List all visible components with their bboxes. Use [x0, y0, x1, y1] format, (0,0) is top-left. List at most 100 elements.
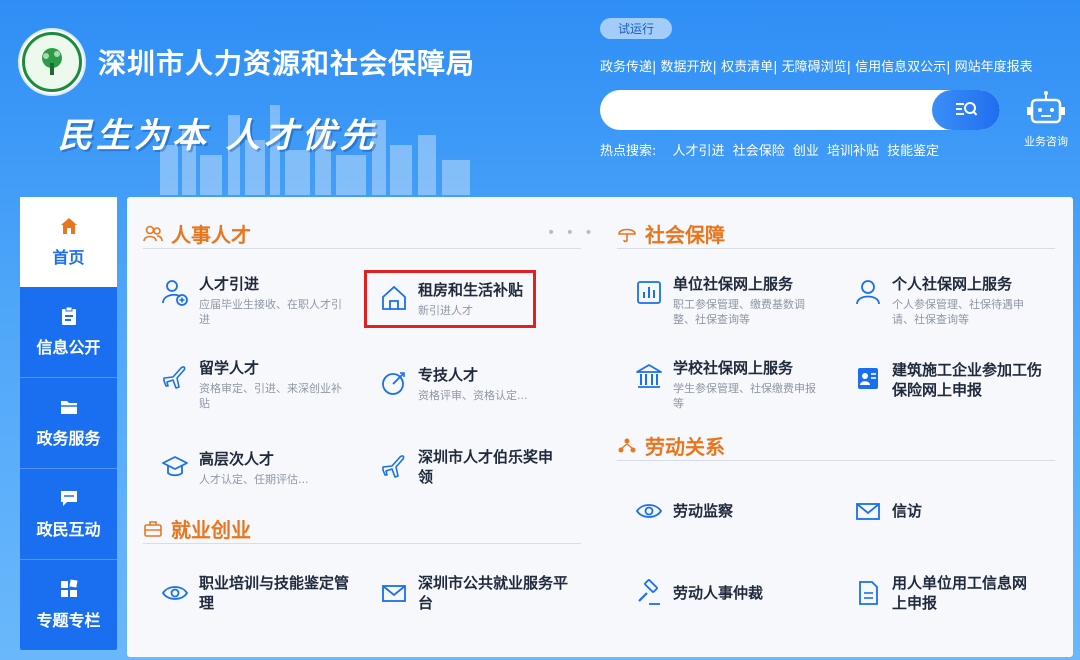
service-petition[interactable]: 信访 [854, 497, 1044, 525]
section-title-labor-relations: 劳动关系 [617, 431, 725, 460]
chat-icon [60, 491, 77, 506]
hot-keyword[interactable]: 人才引进 [673, 144, 725, 159]
robot-icon [1027, 91, 1065, 124]
section-title-talent: 人事人才 [143, 219, 251, 248]
service-overseas-talent[interactable]: 留学人才 资格审定、引进、来深创业补贴 [161, 358, 351, 411]
hot-keyword[interactable]: 社会保险 [733, 144, 785, 159]
sidebar-item-home[interactable]: 首页 [20, 197, 117, 287]
site-title: 深圳市人力资源和社会保障局 [98, 47, 476, 80]
person-add-icon [162, 280, 188, 306]
people-icon [143, 225, 163, 241]
top-link[interactable]: 网站年度报表 [955, 60, 1033, 75]
service-desc: 人才认定、任期评估... [199, 473, 309, 486]
hot-search-label: 热点搜索: [600, 144, 657, 159]
grid-icon [60, 579, 78, 597]
robot-label: 业务咨询 [1024, 135, 1068, 148]
search-box [600, 90, 1000, 130]
service-desc: 个人参保管理、社保待遇申请、社保查询等 [892, 298, 1024, 326]
service-high-level-talent[interactable]: 高层次人才 人才认定、任期评估... [161, 449, 351, 487]
school-icon [636, 364, 662, 388]
service-school-social-insurance[interactable]: 学校社保网上服务 学生参保管理、社保缴费申报等 [635, 358, 825, 411]
sidebar-item-info-disclosure[interactable]: 信息公开 [20, 287, 117, 378]
top-link[interactable]: 政务传递 [600, 60, 652, 75]
eye-icon [635, 504, 663, 518]
top-link[interactable]: 无障碍浏览 [782, 60, 847, 75]
sidebar-item-label: 专题专栏 [36, 611, 101, 630]
service-title: 深圳市公共就业服务平台 [418, 574, 569, 612]
search-input[interactable] [600, 90, 952, 130]
highlight-box [364, 270, 536, 328]
service-title: 学校社保网上服务 [673, 359, 794, 377]
service-employment-info-report[interactable]: 用人单位用工信息网上申报 [854, 573, 1054, 613]
airplane-icon [163, 366, 186, 389]
service-labor-inspection[interactable]: 劳动监察 [635, 497, 825, 525]
building-chart-icon [637, 281, 661, 304]
service-title: 信访 [892, 502, 923, 520]
service-title: 留学人才 [199, 359, 260, 377]
section-divider [617, 248, 1055, 249]
sidebar-item-topics[interactable]: 专题专栏 [20, 560, 117, 650]
service-title: 人才引进 [199, 275, 260, 293]
service-desc: 职工参保管理、缴费基数调整、社保查询等 [673, 298, 805, 326]
trial-badge: 试运行 [600, 18, 673, 39]
sidebar-item-government-services[interactable]: 政务服务 [20, 378, 117, 469]
hot-search: 热点搜索: 人才引进 社会保险 创业 培训补贴 技能鉴定 [600, 140, 943, 159]
top-link[interactable]: 权责清单 [721, 60, 773, 75]
consult-robot-button[interactable]: 业务咨询 [1018, 90, 1074, 149]
sidebar-item-label: 政民互动 [36, 520, 101, 539]
section-divider [617, 460, 1055, 461]
graduation-cap-icon [162, 456, 188, 477]
section-title-employment: 就业创业 [143, 514, 251, 543]
hot-keyword[interactable]: 创业 [793, 144, 819, 159]
search-button[interactable] [932, 90, 1000, 130]
target-icon [382, 372, 405, 395]
service-professional-talent[interactable]: 专技人才 资格评审、资格认定... [380, 365, 570, 403]
umbrella-icon [618, 228, 636, 242]
service-desc: 应届毕业生接收、在职人才引进 [199, 298, 342, 326]
service-personal-social-insurance[interactable]: 个人社保网上服务 个人参保管理、社保待遇申请、社保查询等 [854, 274, 1054, 327]
header: 深圳市人力资源和社会保障局 民生为本 人才优先 试运行 政务传递| 数据开放| … [0, 0, 1080, 195]
gavel-icon [638, 579, 660, 605]
sidebar-item-interaction[interactable]: 政民互动 [20, 469, 117, 560]
service-talent-introduction[interactable]: 人才引进 应届毕业生接收、在职人才引进 [161, 274, 351, 327]
side-navigation: 首页 信息公开 政务服务 政民互动 专题专栏 [20, 197, 117, 650]
top-link[interactable]: 信用信息双公示 [855, 60, 946, 75]
envelope-icon [382, 585, 406, 602]
section-title-text: 人事人才 [171, 223, 251, 247]
service-desc: 资格审定、引进、来深创业补贴 [199, 382, 342, 410]
service-construction-injury-insurance[interactable]: 建筑施工企业参加工伤保险网上申报 [854, 360, 1054, 400]
service-public-employment[interactable]: 深圳市公共就业服务平台 [380, 573, 570, 613]
folder-icon [60, 401, 77, 414]
envelope-icon [856, 503, 880, 520]
service-title: 用人单位用工信息网上申报 [892, 574, 1028, 612]
bureau-logo [20, 30, 84, 94]
section-title-text: 就业创业 [171, 518, 251, 542]
home-icon [60, 218, 77, 234]
service-title: 高层次人才 [199, 450, 275, 468]
eye-icon [161, 586, 189, 600]
sidebar-item-label: 首页 [52, 248, 85, 267]
document-icon [859, 581, 878, 605]
more-dots-button[interactable]: • • • [547, 225, 596, 241]
service-title: 建筑施工企业参加工伤保险网上申报 [892, 361, 1043, 399]
section-title-social-security: 社会保障 [617, 219, 725, 248]
service-labor-arbitration[interactable]: 劳动人事仲裁 [635, 579, 825, 607]
service-title: 个人社保网上服务 [892, 275, 1013, 293]
hot-keyword[interactable]: 培训补贴 [827, 144, 879, 159]
top-links: 政务传递| 数据开放| 权责清单| 无障碍浏览| 信用信息双公示| 网站年度报表 [600, 60, 1033, 75]
service-title: 单位社保网上服务 [673, 275, 794, 293]
airplane-icon [382, 455, 405, 478]
section-title-text: 劳动关系 [645, 435, 725, 459]
top-link[interactable]: 数据开放 [661, 60, 713, 75]
site-logo-group[interactable]: 深圳市人力资源和社会保障局 [20, 30, 475, 94]
hot-keyword[interactable]: 技能鉴定 [887, 144, 939, 159]
service-talent-award[interactable]: 深圳市人才伯乐奖申领 [380, 447, 560, 487]
briefcase-icon [144, 520, 162, 537]
people-triangle-icon [618, 438, 636, 452]
service-title: 劳动监察 [673, 502, 734, 520]
service-title: 职业培训与技能鉴定管理 [199, 574, 350, 612]
service-employer-social-insurance[interactable]: 单位社保网上服务 职工参保管理、缴费基数调整、社保查询等 [635, 274, 825, 327]
service-desc: 学生参保管理、社保缴费申报等 [673, 382, 816, 410]
service-vocational-training[interactable]: 职业培训与技能鉴定管理 [161, 573, 351, 613]
section-divider [143, 248, 581, 249]
